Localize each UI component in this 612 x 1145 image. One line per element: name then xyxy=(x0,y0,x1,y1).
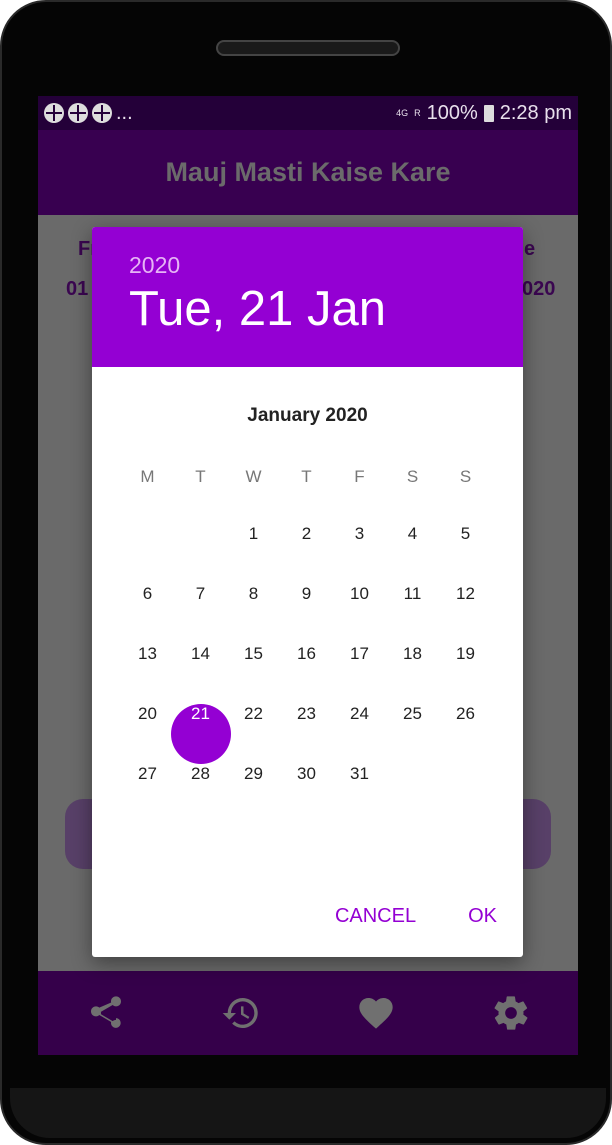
calendar-day[interactable]: 14 xyxy=(174,644,227,704)
battery-icon xyxy=(483,104,494,122)
calendar-day[interactable]: 29 xyxy=(227,764,280,824)
notification-icon xyxy=(92,103,112,123)
phone-chin xyxy=(10,1088,606,1138)
more-notifications: ... xyxy=(116,101,133,124)
calendar-day[interactable]: 23 xyxy=(280,704,333,764)
share-icon[interactable] xyxy=(86,993,126,1033)
calendar-grid: M T W T F S S 1 2 3 4 5 6 7 8 9 10 11 12 13 14 15 16 17 18 19 20 21… xyxy=(121,467,492,824)
to-date[interactable]: 020 xyxy=(522,278,555,301)
selected-day[interactable]: 21 xyxy=(170,704,231,764)
notification-icon xyxy=(68,103,88,123)
calendar-day[interactable]: 30 xyxy=(280,764,333,824)
heart-icon[interactable] xyxy=(356,993,396,1033)
battery-percent: 100% xyxy=(426,101,478,124)
weekday-label: M xyxy=(140,467,155,486)
calendar-day[interactable]: 4 xyxy=(386,524,439,584)
calendar-day[interactable]: 12 xyxy=(439,584,492,644)
empty-cell xyxy=(439,764,492,824)
weekday-label: S xyxy=(459,467,472,486)
calendar-day[interactable]: 24 xyxy=(333,704,386,764)
date-picker-dialog: 2020 Tue, 21 Jan January 2020 MTWTFSS123… xyxy=(92,227,523,957)
selected-date[interactable]: Tue, 21 Jan xyxy=(129,281,523,337)
calendar-week: 6 7 8 9 10 11 12 xyxy=(121,584,492,644)
calendar-day[interactable]: 17 xyxy=(333,644,386,704)
network-icon: 4G xyxy=(396,107,409,118)
calendar-day[interactable]: 18 xyxy=(386,644,439,704)
app-bar: Mauj Masti Kaise Kare xyxy=(38,130,578,215)
calendar-day[interactable]: 20 xyxy=(121,704,174,764)
calendar-day[interactable]: 7 xyxy=(174,584,227,644)
app-title: Mauj Masti Kaise Kare xyxy=(165,157,451,187)
clock: 2:28 pm xyxy=(499,101,572,124)
notification-icon xyxy=(44,103,64,123)
weekday-label: F xyxy=(354,467,365,486)
calendar-day[interactable]: 2 xyxy=(280,524,333,584)
speaker xyxy=(216,40,400,56)
calendar-day[interactable]: 22 xyxy=(227,704,280,764)
empty-cell xyxy=(121,524,174,584)
calendar-day[interactable]: 28 xyxy=(174,764,227,824)
weekday-label: S xyxy=(406,467,419,486)
calendar-day[interactable]: 1 xyxy=(227,524,280,584)
calendar-day[interactable]: 26 xyxy=(439,704,492,764)
from-date[interactable]: 01 xyxy=(66,278,88,301)
dialog-header: 2020 Tue, 21 Jan xyxy=(92,227,523,367)
weekday-label: W xyxy=(245,467,262,486)
bottom-nav xyxy=(38,971,578,1055)
calendar-day[interactable]: 6 xyxy=(121,584,174,644)
calendar-day[interactable]: 13 xyxy=(121,644,174,704)
to-label: e xyxy=(524,238,536,260)
calendar-day[interactable]: 15 xyxy=(227,644,280,704)
status-bar: ... 4G R 100% 2:28 pm xyxy=(38,96,578,130)
gear-icon[interactable] xyxy=(491,993,531,1033)
calendar-day[interactable]: 16 xyxy=(280,644,333,704)
history-icon[interactable] xyxy=(221,993,261,1033)
calendar-week: 27 28 29 30 31 xyxy=(121,764,492,824)
empty-cell xyxy=(386,764,439,824)
calendar-week: 12345 xyxy=(121,524,492,584)
calendar-day[interactable]: 19 xyxy=(439,644,492,704)
calendar-day[interactable]: 11 xyxy=(386,584,439,644)
calendar-day[interactable]: 8 xyxy=(227,584,280,644)
ok-button[interactable]: OK xyxy=(442,905,523,928)
calendar-day[interactable]: 27 xyxy=(121,764,174,824)
weekday-header: MTWTFSS xyxy=(121,467,492,524)
calendar-day[interactable]: 3 xyxy=(333,524,386,584)
signal-icon: R xyxy=(414,107,421,118)
phone-frame: ... 4G R 100% 2:28 pm Mauj Masti Kaise K… xyxy=(0,0,612,1145)
calendar-week: 13 14 15 16 17 18 19 xyxy=(121,644,492,704)
month-label: January 2020 xyxy=(247,405,368,426)
weekday-label: T xyxy=(301,467,312,486)
weekday-label: T xyxy=(195,467,206,486)
calendar-day[interactable]: 25 xyxy=(386,704,439,764)
calendar-day[interactable]: 31 xyxy=(333,764,386,824)
calendar-week: 20 21 22 23 24 25 26 xyxy=(121,704,492,764)
empty-cell xyxy=(174,524,227,584)
year-selector[interactable]: 2020 xyxy=(129,252,523,279)
calendar-day[interactable]: 9 xyxy=(280,584,333,644)
cancel-button[interactable]: CANCEL xyxy=(309,905,442,928)
calendar-day[interactable]: 5 xyxy=(439,524,492,584)
calendar-day[interactable]: 10 xyxy=(333,584,386,644)
